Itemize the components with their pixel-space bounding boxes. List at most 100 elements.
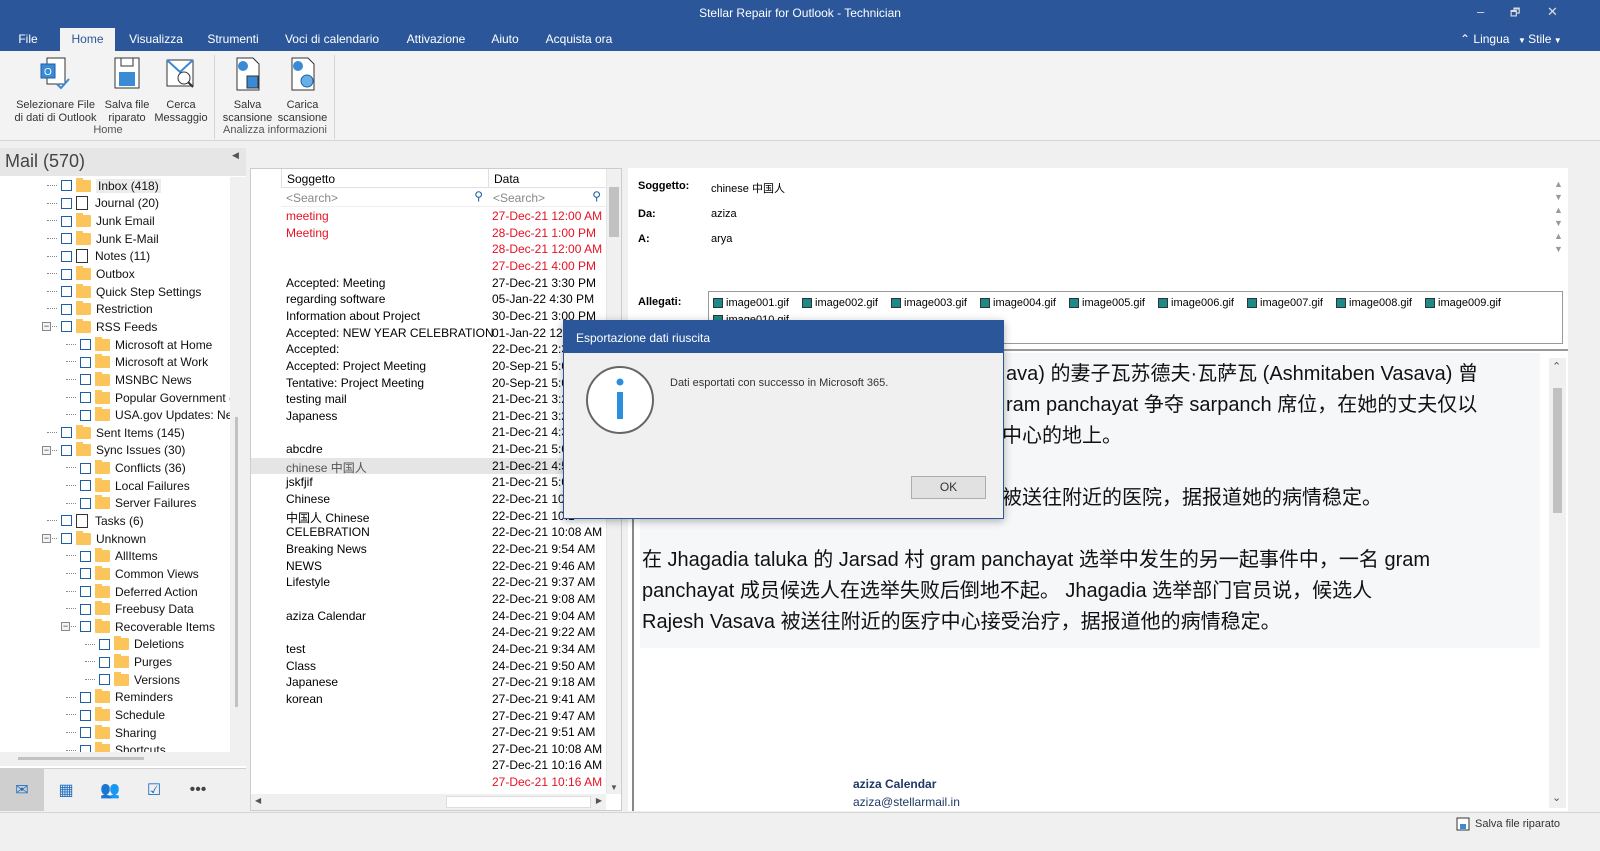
message-row[interactable]: 中国人 Chinese 22-Dec-21 10:1 [251, 508, 606, 525]
message-row[interactable]: CELEBRATION 22-Dec-21 10:08 AM [251, 524, 606, 541]
message-row[interactable]: Meeting 28-Dec-21 1:00 PM [251, 225, 606, 242]
folder-item[interactable]: Notes (11) [0, 248, 230, 266]
folder-checkbox[interactable] [80, 497, 91, 509]
scroll-thumb[interactable] [18, 757, 144, 760]
folder-item[interactable]: Versions [0, 671, 230, 689]
message-row[interactable]: meeting 27-Dec-21 12:00 AM [251, 208, 606, 225]
attachment-item[interactable]: image006.gif [1158, 295, 1234, 311]
column-header-subject[interactable]: Soggetto [281, 169, 488, 188]
folder-checkbox[interactable] [80, 480, 91, 492]
message-row[interactable]: jskfjif 21-Dec-21 5:07 [251, 474, 606, 491]
tab-attivazione[interactable]: Attivazione [397, 28, 475, 51]
tasks-icon[interactable]: ☑ [132, 769, 176, 811]
folder-item[interactable]: AllItems [0, 547, 230, 565]
folder-item[interactable]: Journal (20) [0, 195, 230, 213]
message-row[interactable]: Accepted: 22-Dec-21 2:30 [251, 341, 606, 358]
folder-item[interactable]: Freebusy Data [0, 600, 230, 618]
folder-checkbox[interactable] [61, 215, 72, 227]
folder-checkbox[interactable] [61, 180, 72, 192]
restore-button[interactable]: 🗗 [1510, 4, 1520, 23]
collapse-icon[interactable]: − [42, 445, 51, 455]
attachment-item[interactable]: image002.gif [802, 295, 878, 311]
folder-item[interactable]: Purges [0, 653, 230, 671]
folder-item[interactable]: Server Failures [0, 495, 230, 513]
message-row[interactable]: NEWS 22-Dec-21 9:46 AM [251, 558, 606, 575]
folder-checkbox[interactable] [61, 303, 72, 315]
body-vertical-scrollbar[interactable]: ⌃ ⌄ [1549, 358, 1566, 808]
message-row[interactable]: 27-Dec-21 4:00 PM [251, 258, 606, 275]
message-row[interactable]: Information about Project 30-Dec-21 3:00 … [251, 308, 606, 325]
message-row[interactable]: test 24-Dec-21 9:34 AM [251, 641, 606, 658]
attachment-item[interactable]: image007.gif [1247, 295, 1323, 311]
message-row[interactable]: Chinese 22-Dec-21 10:5 [251, 491, 606, 508]
tab-strumenti[interactable]: Strumenti [199, 28, 267, 51]
folder-item[interactable]: Restriction [0, 300, 230, 318]
more-icon[interactable]: ••• [176, 769, 220, 811]
message-row[interactable]: regarding software 05-Jan-22 4:30 PM [251, 291, 606, 308]
attachment-item[interactable]: image004.gif [980, 295, 1056, 311]
ok-button[interactable]: OK [911, 476, 986, 499]
save-scan-button[interactable]: Salva scansione [220, 56, 275, 125]
folder-checkbox[interactable] [61, 515, 72, 527]
message-row[interactable]: 21-Dec-21 4:36 [251, 424, 606, 441]
folder-checkbox[interactable] [80, 744, 91, 752]
folder-checkbox[interactable] [80, 727, 91, 739]
tab-visualizza[interactable]: Visualizza [120, 28, 192, 51]
folder-item[interactable]: Deletions [0, 636, 230, 654]
attachment-item[interactable]: image001.gif [713, 295, 789, 311]
mail-icon[interactable]: ✉ [0, 769, 44, 811]
tab-aiuto[interactable]: Aiuto [482, 28, 528, 51]
message-row[interactable]: Lifestyle 22-Dec-21 9:37 AM [251, 574, 606, 591]
status-save-button[interactable]: Salva file riparato [1456, 817, 1560, 831]
folder-item[interactable]: Junk E-Mail [0, 230, 230, 248]
message-row[interactable]: Japaness 21-Dec-21 3:26 [251, 408, 606, 425]
folder-item[interactable]: Junk Email [0, 212, 230, 230]
column-header-date[interactable]: Data [488, 169, 606, 188]
header-scroll-arrows[interactable]: ▲ ▼ ▲ ▼ ▲ ▼ [1554, 178, 1563, 256]
folder-checkbox[interactable] [99, 656, 110, 668]
folder-item[interactable]: − Recoverable Items [0, 618, 230, 636]
folder-item[interactable]: Microsoft at Work [0, 353, 230, 371]
folder-checkbox[interactable] [80, 691, 91, 703]
folder-checkbox[interactable] [80, 550, 91, 562]
attachment-item[interactable]: image003.gif [891, 295, 967, 311]
folder-item[interactable]: MSNBC News [0, 371, 230, 389]
folder-item[interactable]: USA.gov Updates: New [0, 406, 230, 424]
message-row[interactable]: 27-Dec-21 10:16 AM [251, 774, 606, 791]
folder-checkbox[interactable] [80, 339, 91, 351]
folder-item[interactable]: Sharing [0, 724, 230, 742]
folder-item[interactable]: Deferred Action [0, 583, 230, 601]
load-scan-button[interactable]: Carica scansione [275, 56, 330, 125]
folder-checkbox[interactable] [61, 250, 72, 262]
folder-checkbox[interactable] [80, 603, 91, 615]
folder-checkbox[interactable] [99, 638, 110, 650]
stile-menu[interactable]: ▼ Stile ▼ [1518, 32, 1562, 46]
message-row[interactable]: Tentative: Project Meeting 20-Sep-21 5:00 [251, 375, 606, 392]
collapse-icon[interactable]: − [42, 322, 51, 332]
message-row[interactable]: chinese 中国人 21-Dec-21 4:56 [251, 457, 606, 475]
date-search-field[interactable]: <Search> ⚲ [488, 189, 606, 207]
message-row[interactable]: testing mail 21-Dec-21 3:23 [251, 391, 606, 408]
tree-horizontal-scrollbar[interactable] [0, 752, 246, 766]
search-message-button[interactable]: Cerca Messaggio [153, 56, 209, 125]
folder-checkbox[interactable] [61, 268, 72, 280]
subject-search-field[interactable]: <Search> ⚲ [281, 189, 488, 207]
folder-checkbox[interactable] [80, 356, 91, 368]
contacts-icon[interactable]: 👥 [88, 769, 132, 811]
folder-checkbox[interactable] [61, 444, 72, 456]
tab-voci-di-calendario[interactable]: Voci di calendario [278, 28, 386, 51]
message-row[interactable]: 22-Dec-21 9:08 AM [251, 591, 606, 608]
attachment-item[interactable]: image009.gif [1425, 295, 1501, 311]
folder-item[interactable]: Microsoft at Home [0, 336, 230, 354]
folder-item[interactable]: Tasks (6) [0, 512, 230, 530]
folder-checkbox[interactable] [61, 533, 72, 545]
folder-item[interactable]: − RSS Feeds [0, 318, 230, 336]
scroll-thumb[interactable] [446, 796, 591, 808]
folder-checkbox[interactable] [80, 586, 91, 598]
message-row[interactable]: Class 24-Dec-21 9:50 AM [251, 658, 606, 675]
select-outlook-file-button[interactable]: O Selezionare File di dati di Outlook [8, 56, 103, 125]
folder-checkbox[interactable] [61, 233, 72, 245]
folder-item[interactable]: Common Views [0, 565, 230, 583]
signature-email[interactable]: aziza@stellarmail.in [853, 795, 960, 809]
folder-checkbox[interactable] [80, 392, 91, 403]
